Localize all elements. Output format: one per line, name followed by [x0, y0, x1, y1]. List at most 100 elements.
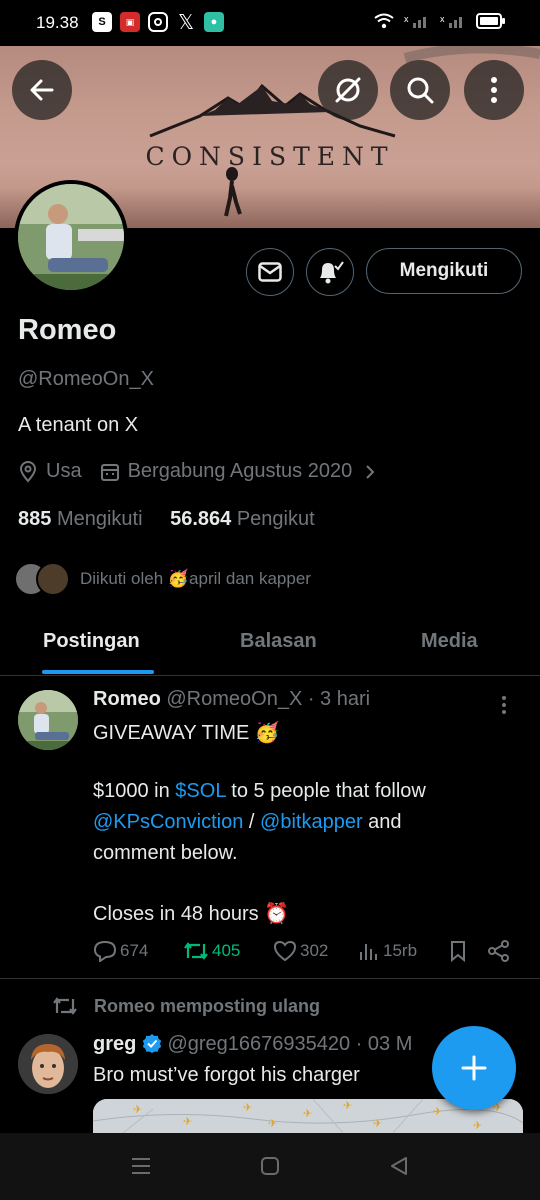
repost-label[interactable]: Romeo memposting ulang — [94, 996, 320, 1017]
bookmark-icon — [451, 941, 465, 962]
following-count: 885 — [18, 508, 52, 530]
heart-icon — [273, 940, 297, 962]
cashtag-link[interactable]: $SOL — [175, 780, 225, 802]
svg-text:✈: ✈ — [133, 1104, 142, 1116]
follower-avatar-2 — [36, 562, 70, 596]
tweet-header: Romeo @RomeoOn_X · 3 hari — [93, 688, 370, 711]
bell-check-icon — [320, 261, 344, 284]
bookmark-button[interactable] — [448, 940, 468, 962]
like-count: 302 — [300, 941, 329, 960]
followed-by[interactable]: Diikuti oleh 🥳april dan kapper — [14, 562, 311, 596]
tweet-line: @KPsConviction / @bitkapper and — [93, 811, 402, 834]
reply-button[interactable]: 674 — [93, 940, 148, 962]
followed-by-text: Diikuti oleh 🥳april dan kapper — [80, 569, 311, 588]
avatar-image — [18, 690, 78, 750]
tweet-line: Closes in 48 hours ⏰ — [93, 903, 290, 925]
views-icon — [360, 944, 377, 960]
views-button[interactable]: 15rb — [358, 940, 417, 962]
profile-bio: A tenant on X — [18, 414, 139, 436]
tweet-header: greg @greg16676935420 · 03 M — [93, 1033, 412, 1056]
following-button[interactable]: Mengikuti — [366, 248, 522, 294]
compose-button[interactable] — [432, 1026, 516, 1110]
followers-link[interactable]: 56.864 Pengikut — [170, 508, 315, 530]
status-bar: 19.38 S ▣ 𝕏 ● x x — [0, 0, 540, 46]
system-nav-bar — [0, 1133, 540, 1200]
signal-icon: x — [404, 14, 426, 28]
tweet-more-button[interactable] — [502, 696, 506, 714]
tweet-line: comment below. — [93, 842, 238, 864]
followers-count: 56.864 — [170, 508, 232, 530]
following-label: Mengikuti — [56, 508, 143, 530]
pay-icon: ▣ — [120, 12, 140, 32]
back-nav-icon[interactable] — [388, 1155, 410, 1177]
svg-text:✈: ✈ — [268, 1118, 277, 1130]
location-icon — [19, 460, 37, 483]
profile-meta: Usa Bergabung Agustus 2020 — [18, 460, 388, 483]
profile-handle: @RomeoOn_X — [18, 368, 154, 390]
message-button[interactable] — [246, 248, 294, 296]
signal-icon-2: x — [440, 14, 462, 28]
instagram-icon — [148, 12, 168, 32]
notifications-button[interactable] — [306, 248, 354, 296]
following-link[interactable]: 885 Mengikuti — [18, 508, 143, 530]
profile-avatar[interactable] — [14, 180, 128, 294]
svg-text:✈: ✈ — [243, 1102, 252, 1114]
app-icon: ● — [204, 12, 224, 32]
x-app-icon: 𝕏 — [177, 11, 195, 34]
search-button[interactable] — [390, 60, 450, 120]
profile-stats: 885 Mengikuti 56.864 Pengikut — [18, 508, 315, 531]
mail-icon — [258, 262, 282, 282]
svg-text:✈: ✈ — [343, 1100, 352, 1112]
active-tab-indicator — [42, 670, 154, 674]
tweet-avatar[interactable] — [18, 1034, 78, 1094]
reply-icon — [93, 940, 117, 962]
avatar-image — [18, 184, 124, 290]
retweet-button[interactable]: 405 — [183, 940, 240, 962]
svg-text:✈: ✈ — [473, 1120, 482, 1132]
svg-text:✈: ✈ — [183, 1116, 192, 1128]
svg-text:✈: ✈ — [373, 1118, 382, 1130]
mention-link[interactable]: @bitkapper — [260, 811, 363, 833]
share-icon — [488, 940, 509, 962]
tweet-avatar[interactable] — [18, 690, 78, 750]
mention-link[interactable]: @KPsConviction — [93, 811, 243, 833]
grok-icon — [335, 77, 361, 103]
chevron-right-icon[interactable] — [360, 462, 380, 482]
svg-text:✈: ✈ — [433, 1106, 442, 1118]
arrow-left-icon — [30, 79, 54, 101]
tweet-author[interactable]: greg — [93, 1033, 136, 1055]
tweet-handle-time: @greg16676935420 · 03 M — [167, 1033, 413, 1055]
profile-location: Usa — [46, 460, 82, 482]
repost-indicator: Romeo memposting ulang — [52, 995, 320, 1017]
retweet-icon — [53, 997, 77, 1015]
profile-joined: Bergabung Agustus 2020 — [127, 460, 353, 482]
tweet-author[interactable]: Romeo — [93, 688, 161, 710]
tab-replies[interactable]: Balasan — [240, 630, 317, 653]
reply-count: 674 — [120, 941, 149, 960]
tab-posts[interactable]: Postingan — [43, 630, 140, 653]
like-button[interactable]: 302 — [273, 940, 328, 962]
followers-label: Pengikut — [236, 508, 315, 530]
home-icon[interactable] — [259, 1155, 281, 1177]
tweet-text: and — [362, 811, 402, 833]
tweet-text: $1000 in — [93, 780, 176, 802]
divider — [0, 978, 540, 979]
shop-icon: S — [92, 12, 112, 32]
retweet-count: 405 — [212, 941, 241, 960]
tweet-text: / — [243, 811, 261, 833]
svg-text:x: x — [404, 14, 409, 24]
share-button[interactable] — [487, 940, 511, 962]
tweet-line: Bro must’ve forgot his charger — [93, 1064, 360, 1086]
verified-badge-icon — [142, 1034, 162, 1053]
tab-media[interactable]: Media — [421, 630, 478, 653]
recent-apps-icon[interactable] — [130, 1155, 152, 1177]
back-button[interactable] — [12, 60, 72, 120]
more-options-button[interactable] — [464, 60, 524, 120]
tweet-actions: 674 405 302 15rb — [93, 940, 523, 966]
calendar-icon — [100, 463, 119, 481]
battery-icon — [476, 13, 505, 29]
tweet-line: GIVEAWAY TIME 🥳 — [93, 722, 280, 744]
system-indicators: x x — [374, 13, 506, 29]
search-icon — [407, 77, 434, 104]
grok-button[interactable] — [318, 60, 378, 120]
